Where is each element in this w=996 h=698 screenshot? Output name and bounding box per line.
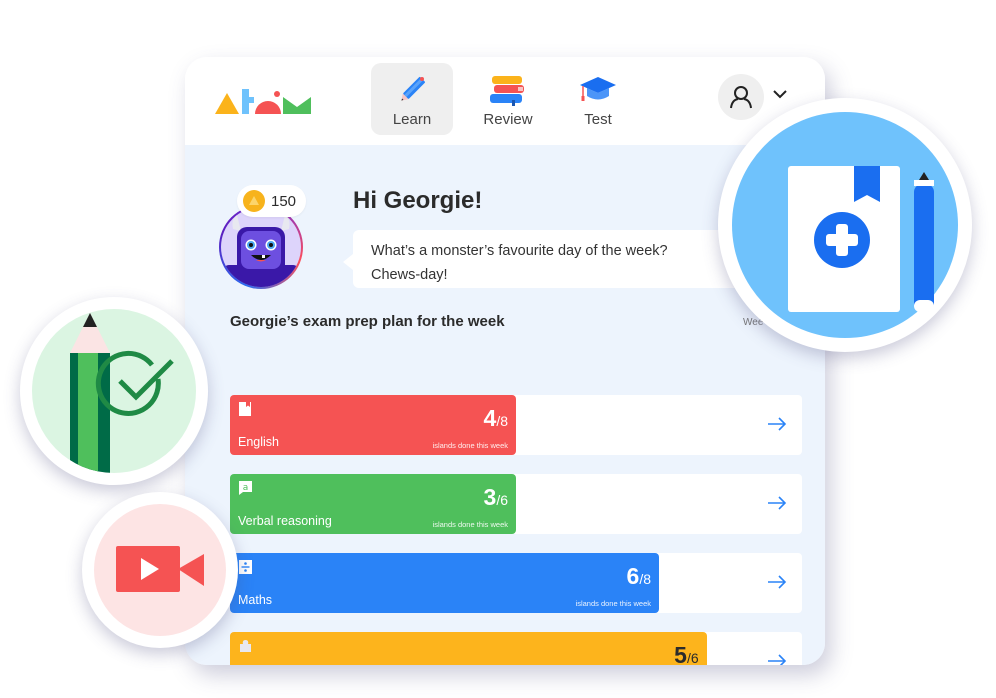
islands-done: 3 xyxy=(483,484,497,510)
subject-row[interactable]: a Verbal reasoning 3/6 islands done this we… xyxy=(230,474,802,534)
notebook-plus-icon xyxy=(788,166,934,312)
avatar-ring xyxy=(219,205,303,289)
islands-done: 6 xyxy=(626,563,640,589)
avatar[interactable]: 150 xyxy=(219,185,307,291)
islands-caption: islands done this week xyxy=(432,441,508,450)
subject-score: 6/8 xyxy=(627,563,651,590)
subject-progress-fill: English 4/8 islands done this week xyxy=(230,395,516,455)
notebook-add-badge xyxy=(718,98,972,352)
islands-caption: islands done this week xyxy=(432,520,508,529)
subject-row[interactable]: Non-verbal reasoning5/6islands done this… xyxy=(230,632,802,665)
subject-name: English xyxy=(238,435,279,449)
svg-text:a: a xyxy=(243,483,249,493)
divide-icon xyxy=(238,560,254,574)
atom-logo[interactable] xyxy=(215,87,313,115)
graduation-cap-icon xyxy=(580,77,616,101)
subject-name: Verbal reasoning xyxy=(238,514,332,528)
islands-done: 5 xyxy=(674,642,687,665)
arrow-right-icon[interactable] xyxy=(766,650,788,665)
monster-avatar xyxy=(221,207,301,287)
islands-done: 4 xyxy=(483,405,497,431)
chevron-down-icon[interactable] xyxy=(772,89,788,99)
subject-progress-fill: a Verbal reasoning 3/6 islands done this we… xyxy=(230,474,516,534)
coin-count: 150 xyxy=(271,192,297,210)
user-icon xyxy=(730,86,752,109)
subject-row[interactable]: Maths 6/8 islands done this week xyxy=(230,553,802,613)
plan-title: Georgie’s exam prep plan for the week xyxy=(230,313,505,330)
tab-test[interactable]: Test xyxy=(557,63,639,135)
video-badge xyxy=(82,492,238,648)
joke-speech-bubble: What’s a monster’s favourite day of the … xyxy=(343,230,773,288)
greeting-heading: Hi Georgie! xyxy=(353,187,483,214)
subject-progress-fill: Maths 6/8 islands done this week xyxy=(230,553,659,613)
subject-score: 3/6 xyxy=(484,484,508,511)
coin-icon xyxy=(243,190,265,212)
joke-question: What’s a monster’s favourite day of the … xyxy=(371,243,668,259)
joke-answer: Chews-day! xyxy=(371,267,448,283)
islands-caption: islands done this week xyxy=(575,599,651,608)
arrow-right-icon[interactable] xyxy=(766,571,788,593)
dashboard-card: Learn Review Test 150 Hi Georgie! What’s… xyxy=(185,57,825,665)
puzzle-icon xyxy=(238,639,254,653)
coin-balance: 150 xyxy=(237,185,307,217)
top-navigation-bar: Learn Review Test xyxy=(185,57,825,145)
tab-test-label: Test xyxy=(584,111,612,128)
pencil-check-icon xyxy=(70,313,174,473)
letter-a-icon: a xyxy=(238,481,254,495)
islands-total: /8 xyxy=(639,571,651,587)
subject-score: 4/8 xyxy=(484,405,508,432)
subject-name: Maths xyxy=(238,593,273,607)
islands-total: /8 xyxy=(496,413,508,429)
arrow-right-icon[interactable] xyxy=(766,413,788,435)
video-camera-icon xyxy=(116,546,204,592)
islands-total: /6 xyxy=(496,492,508,508)
pencil-icon xyxy=(401,76,426,101)
arrow-right-icon[interactable] xyxy=(766,492,788,514)
tab-review[interactable]: Review xyxy=(467,63,549,135)
tab-learn[interactable]: Learn xyxy=(371,63,453,135)
islands-total: /6 xyxy=(686,650,699,665)
tab-review-label: Review xyxy=(483,111,533,128)
subject-row[interactable]: English 4/8 islands done this week xyxy=(230,395,802,455)
tab-learn-label: Learn xyxy=(392,111,432,128)
subject-progress-fill: Non-verbal reasoning5/6islands done this… xyxy=(230,632,707,665)
books-icon xyxy=(490,76,524,106)
book-icon xyxy=(238,402,254,416)
subject-score: 5/6 xyxy=(674,642,698,665)
pencil-check-badge xyxy=(20,297,208,485)
